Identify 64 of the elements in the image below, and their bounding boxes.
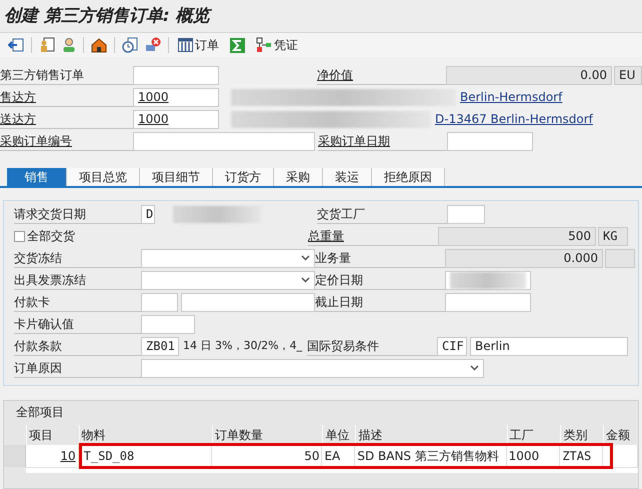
document-flow-icon bbox=[256, 37, 272, 53]
document-person-icon[interactable] bbox=[39, 37, 55, 53]
checkbox-label: 全部交货 bbox=[27, 228, 75, 245]
toolbar-button[interactable]: 订单 bbox=[176, 36, 221, 54]
tab[interactable]: 装运 bbox=[323, 168, 372, 186]
row-selector[interactable] bbox=[4, 445, 26, 467]
input-field[interactable] bbox=[133, 66, 219, 84]
column-header: 工厂 bbox=[506, 425, 560, 445]
dropdown-field[interactable] bbox=[141, 270, 315, 290]
dropdown-field[interactable] bbox=[141, 248, 315, 268]
input-field[interactable]: 500 bbox=[438, 226, 596, 246]
column-header: 单位 bbox=[322, 425, 356, 445]
column-header: 描述 bbox=[355, 425, 507, 445]
input-field[interactable]: 1000 bbox=[133, 110, 219, 128]
clock-document-icon[interactable] bbox=[122, 37, 138, 53]
toolbar-button[interactable]: 凭证 bbox=[254, 36, 300, 54]
input-field[interactable]: KG bbox=[598, 226, 628, 246]
input-field[interactable]: 1000 bbox=[133, 88, 219, 106]
input-field[interactable]: 0.00 bbox=[446, 66, 612, 84]
person-icon[interactable] bbox=[62, 37, 76, 53]
chevron-down-icon bbox=[301, 277, 310, 283]
input-field[interactable]: 0.000 bbox=[445, 248, 603, 268]
dropdown-field[interactable] bbox=[141, 358, 484, 378]
address-link[interactable]: Berlin-Hermsdorf bbox=[460, 88, 562, 106]
column-header: 订单数量 bbox=[212, 425, 322, 445]
input-field[interactable]: ZB01 bbox=[141, 336, 179, 356]
input-field[interactable] bbox=[141, 292, 178, 312]
tab[interactable]: 拒绝原因 bbox=[372, 168, 445, 186]
tab[interactable]: 销售 bbox=[7, 168, 67, 186]
address-link[interactable]: D-13467 Berlin-Hermsdorf bbox=[435, 110, 593, 128]
cancel-icon[interactable] bbox=[145, 37, 161, 53]
chevron-down-icon bbox=[470, 365, 479, 371]
table-cell: 50 bbox=[212, 445, 322, 467]
table-cell: EA bbox=[322, 445, 356, 467]
input-field[interactable]: Berlin bbox=[470, 336, 628, 356]
input-field[interactable]: CIF bbox=[437, 336, 467, 356]
table-icon bbox=[178, 38, 193, 52]
tab[interactable]: 项目细节 bbox=[140, 168, 213, 186]
checkbox[interactable] bbox=[14, 230, 25, 242]
input-field[interactable]: D bbox=[141, 204, 155, 224]
table-cell: 10 bbox=[26, 445, 79, 467]
input-field[interactable] bbox=[181, 292, 315, 312]
tab[interactable]: 采购 bbox=[274, 168, 323, 186]
tab[interactable]: 项目总览 bbox=[67, 168, 140, 186]
back-arrow-icon[interactable] bbox=[8, 38, 24, 52]
table-cell: ZTAS bbox=[560, 445, 604, 467]
input-field[interactable] bbox=[605, 248, 635, 268]
column-header: 物料 bbox=[78, 425, 212, 445]
input-field[interactable] bbox=[447, 132, 533, 150]
input-field[interactable] bbox=[445, 292, 531, 312]
table-title: 全部项目 bbox=[15, 404, 65, 421]
input-field[interactable] bbox=[133, 132, 315, 150]
house-icon[interactable] bbox=[91, 37, 107, 53]
column-header: 类别 bbox=[560, 425, 604, 445]
input-field[interactable] bbox=[141, 314, 195, 334]
sigma-icon bbox=[230, 38, 245, 52]
table-cell: SD BANS 第三方销售物料 bbox=[355, 445, 507, 467]
tab[interactable]: 订货方 bbox=[213, 168, 274, 186]
input-field[interactable] bbox=[447, 204, 485, 224]
window-title: 创建 第三方销售订单: 概览 bbox=[4, 8, 210, 24]
toolbar-button[interactable] bbox=[228, 38, 247, 52]
chevron-down-icon bbox=[301, 255, 310, 261]
input-field[interactable]: EU bbox=[614, 66, 642, 84]
payment-terms-text: 14 日 3%，30/2%，4_ bbox=[182, 338, 304, 354]
